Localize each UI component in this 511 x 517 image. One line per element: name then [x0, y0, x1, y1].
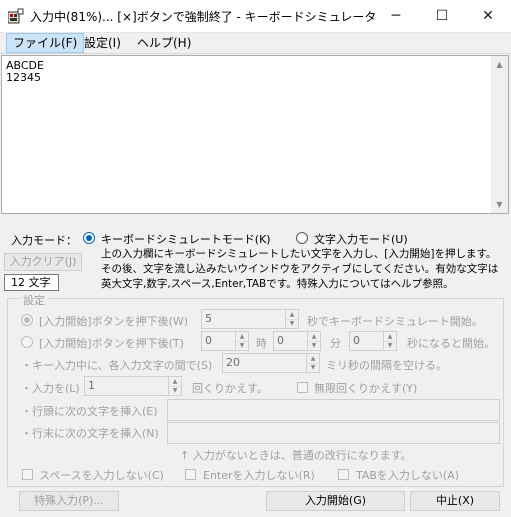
app-icon [8, 8, 24, 24]
delay-start-suffix: 秒でキーボードシミュレート開始。 [307, 315, 483, 328]
delay-start-radio[interactable] [21, 314, 33, 326]
no-tab-label[interactable]: TABを入力しない(A) [356, 467, 459, 483]
char-count: 12 文字 [4, 274, 59, 291]
delay-seconds-spinner[interactable]: ▲ ▼ [285, 310, 298, 328]
scroll-up-icon[interactable]: ▲ [491, 56, 508, 73]
close-button[interactable]: ✕ [465, 0, 511, 32]
menu-file[interactable]: ファイル(F) [6, 33, 85, 53]
interval-suffix: ミリ秒の間隔を空ける。 [326, 359, 447, 372]
clear-input-button[interactable]: 入力クリア(J) [4, 253, 82, 271]
maximize-button[interactable]: ☐ [419, 0, 465, 32]
stop-button[interactable]: 中止(X) [410, 491, 500, 511]
interval-input[interactable]: 20 ▲ ▼ [222, 353, 320, 373]
vertical-scrollbar[interactable]: ▲ ▼ [491, 56, 508, 213]
description-text: 上の入力欄にキーボードシミュレートしたい文字を入力し、[入力開始]を押します。そ… [101, 248, 499, 290]
timed-start-radio[interactable] [21, 336, 33, 348]
no-tab-checkbox[interactable] [338, 469, 349, 480]
title-bar: 入力中(81%)... [×]ボタンで強制終了 - キーボードシミュレータ ─ … [0, 0, 511, 33]
no-space-label[interactable]: スペースを入力しない(C) [39, 467, 164, 483]
timed-start-suffix: 秒になると開始。 [407, 337, 495, 350]
line-head-label: ・行頭に次の文字を挿入(E) [21, 405, 158, 418]
seconds-value: 0 [353, 334, 360, 347]
delay-seconds-input[interactable]: 5 ▲ ▼ [201, 309, 299, 329]
line-end-input[interactable] [167, 422, 500, 444]
interval-spinner[interactable]: ▲ ▼ [306, 354, 319, 372]
seconds-input[interactable]: 0 ▲ ▼ [349, 331, 397, 351]
start-input-button[interactable]: 入力開始(G) [266, 491, 405, 511]
infinite-repeat-checkbox[interactable] [297, 382, 308, 393]
close-icon: ✕ [482, 8, 494, 24]
seconds-spinner[interactable]: ▲ ▼ [383, 332, 396, 350]
line-note: ↑ 入力がないときは、普通の改行になります。 [180, 449, 412, 462]
minimize-button[interactable]: ─ [373, 0, 419, 32]
input-mode-label: 入力モード： [11, 234, 77, 247]
minutes-unit: 分 [330, 337, 341, 350]
char-mode-radio[interactable] [296, 232, 308, 244]
repeat-spinner[interactable]: ▲ ▼ [168, 377, 181, 395]
repeat-suffix: 回くりかえす。 [192, 382, 268, 395]
maximize-icon: ☐ [435, 8, 449, 24]
minutes-value: 0 [277, 334, 284, 347]
repeat-input[interactable]: 1 ▲ ▼ [84, 376, 182, 396]
delay-seconds-value: 5 [205, 312, 212, 325]
keyboard-mode-radio[interactable] [83, 232, 95, 244]
timed-start-label[interactable]: [入力開始]ボタンを押下後(T) [39, 335, 184, 351]
hours-value: 0 [205, 334, 212, 347]
infinite-repeat-label[interactable]: 無限回くりかえす(Y) [314, 380, 417, 396]
interval-label: ・キー入力中に、各入力文字の間で(S) [21, 359, 213, 372]
scroll-down-icon[interactable]: ▼ [491, 196, 508, 213]
settings-group-label: 設定 [20, 292, 48, 308]
menu-help[interactable]: ヘルプ(H) [131, 34, 197, 52]
minimize-icon: ─ [391, 8, 401, 24]
special-input-button[interactable]: 特殊入力(P)... [19, 491, 119, 511]
text-input-area[interactable]: ABCDE 12345 ▲ ▼ [1, 55, 509, 214]
line-head-input[interactable] [167, 399, 500, 421]
line-end-label: ・行末に次の文字を挿入(N) [21, 427, 159, 440]
hours-input[interactable]: 0 ▲ ▼ [201, 331, 249, 351]
char-mode-label[interactable]: 文字入力モード(U) [314, 231, 408, 247]
menu-settings[interactable]: 設定(I) [78, 34, 127, 52]
menu-bar: ファイル(F) 設定(I) ヘルプ(H) [0, 33, 511, 54]
hours-spinner[interactable]: ▲ ▼ [235, 332, 248, 350]
minutes-input[interactable]: 0 ▲ ▼ [273, 331, 321, 351]
no-space-checkbox[interactable] [22, 469, 33, 480]
hours-unit: 時 [256, 337, 267, 350]
interval-value: 20 [226, 356, 240, 369]
no-enter-checkbox[interactable] [185, 469, 196, 480]
repeat-label: ・入力を(L) [21, 382, 80, 395]
keyboard-mode-label[interactable]: キーボードシミュレートモード(K) [101, 231, 271, 247]
repeat-value: 1 [88, 379, 95, 392]
minutes-spinner[interactable]: ▲ ▼ [307, 332, 320, 350]
no-enter-label[interactable]: Enterを入力しない(R) [203, 467, 315, 483]
delay-start-label[interactable]: [入力開始]ボタンを押下後(W) [39, 313, 188, 329]
window-title: 入力中(81%)... [×]ボタンで強制終了 - キーボードシミュレータ [30, 10, 377, 24]
input-text-content: ABCDE 12345 [6, 59, 44, 84]
